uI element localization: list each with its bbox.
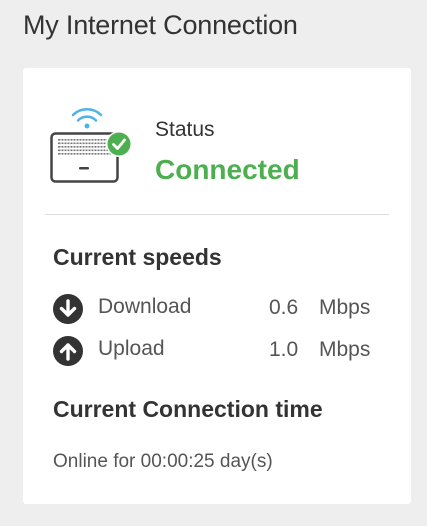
status-value: Connected: [155, 154, 300, 185]
download-value: 0.6: [269, 296, 299, 319]
arrow-down-circle-icon: [53, 294, 83, 324]
arrow-up-circle-icon: [53, 336, 83, 366]
upload-speed-row: Upload 1.0 Mbps: [53, 333, 383, 367]
download-label: Download: [98, 295, 192, 318]
router-with-wifi-check-icon: [50, 104, 136, 188]
connection-time-heading: Current Connection time: [53, 396, 323, 422]
upload-label: Upload: [98, 337, 165, 360]
current-speeds-heading: Current speeds: [53, 244, 222, 270]
page-title: My Internet Connection: [23, 10, 298, 40]
connection-card: Status Connected Current speeds Download…: [23, 68, 411, 504]
online-duration-text: Online for 00:00:25 day(s): [53, 451, 273, 472]
download-unit: Mbps: [319, 296, 371, 319]
upload-value: 1.0: [269, 338, 299, 361]
status-label: Status: [155, 118, 215, 141]
upload-unit: Mbps: [319, 338, 371, 361]
download-speed-row: Download 0.6 Mbps: [53, 291, 383, 325]
divider: [45, 214, 389, 215]
